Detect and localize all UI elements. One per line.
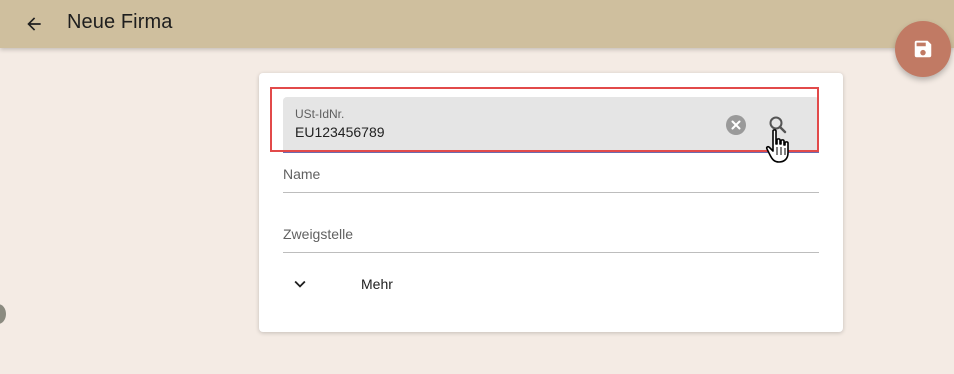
page-title: Neue Firma	[67, 11, 173, 33]
side-handle[interactable]	[0, 304, 6, 324]
save-icon	[914, 40, 932, 58]
branch-placeholder: Zweigstelle	[283, 226, 354, 242]
app-bar: Neue Firma	[0, 0, 954, 48]
save-button[interactable]	[895, 21, 951, 77]
more-label: Mehr	[361, 276, 393, 292]
company-form-card: USt-IdNr. EU123456789 Name Zweigstelle M…	[259, 73, 843, 332]
name-field[interactable]: Name	[283, 153, 819, 193]
back-button[interactable]	[20, 10, 48, 38]
name-placeholder: Name	[283, 166, 321, 182]
chevron-down-icon	[294, 280, 306, 288]
focus-highlight	[270, 87, 819, 152]
more-toggle[interactable]: Mehr	[289, 271, 393, 297]
branch-field[interactable]: Zweigstelle	[283, 213, 819, 253]
arrow-left-icon	[27, 17, 41, 31]
